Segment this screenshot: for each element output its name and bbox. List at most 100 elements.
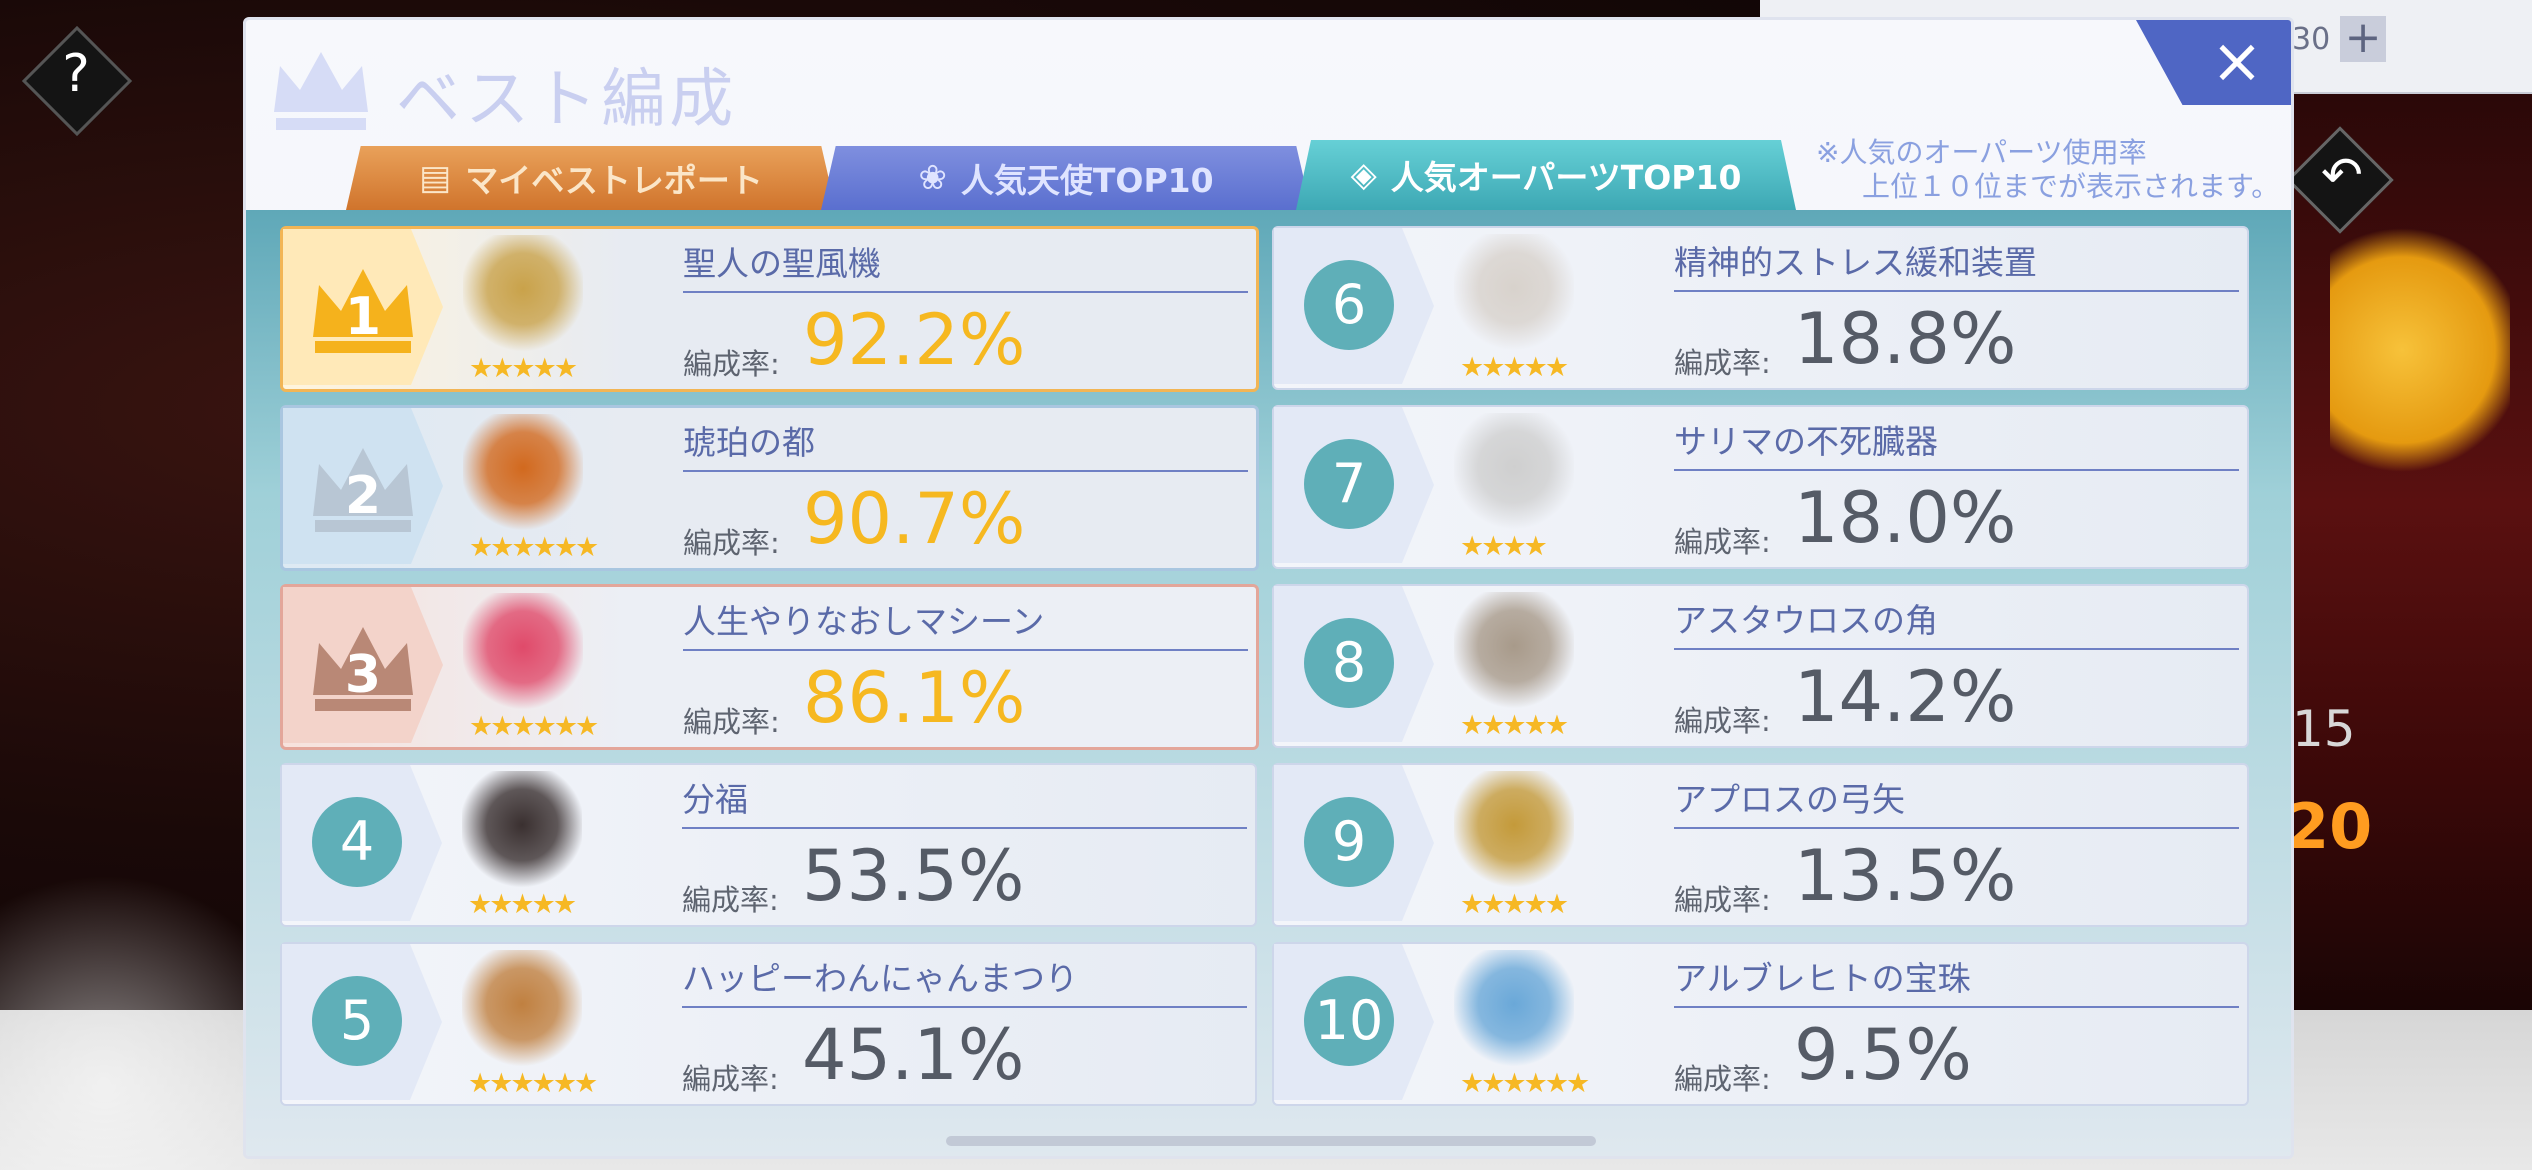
rate-value: 53.5% [802,835,1025,917]
ranking-card[interactable]: 8 ★★★★★ アスタウロスの角編成率: 14.2% [1272,584,2249,748]
oopart-icon [1454,771,1574,891]
ranking-card[interactable]: 10 ★★★★★★ アルブレヒトの宝珠編成率: 9.5% [1272,942,2249,1106]
modal-title: ベスト編成 [396,63,738,137]
tab-popular-angels[interactable]: ❀ 人気天使TOP10 [821,146,1311,210]
rate-label: 編成率: [1674,704,1771,738]
rate-label: 編成率: [1674,525,1771,559]
rank-badge: 10 [1274,944,1434,1100]
rarity-stars-icon: ★★★★★ [1460,710,1569,741]
ranking-card[interactable]: 5 ★★★★★★ ハッピーわんにゃんまつり編成率: 45.1% [280,942,1257,1106]
side-value: 15 [2292,700,2356,758]
rate-value: 9.5% [1794,1014,1972,1096]
ranking-card[interactable]: 7 ★★★★ サリマの不死臓器 編成率: 18.0% [1272,405,2249,569]
rarity-stars-icon: ★★★★★★ [468,1068,598,1099]
tab-my-best-report[interactable]: ▤ マイベストレポート [346,146,836,210]
rate-label: 編成率: [683,526,780,560]
rate-label: 編成率: [683,347,780,381]
rate-label: 編成率: [682,1062,779,1096]
rate-label: 編成率: [1674,883,1771,917]
scrollbar[interactable] [946,1136,1596,1146]
note-line: ※人気のオーパーツ使用率 [1816,136,2147,169]
rarity-stars-icon: ★★★★★★ [469,711,599,742]
rank-badge: 4 [282,765,442,921]
ranking-card[interactable]: 6 ★★★★★ 精神的ストレス緩和装置編成率: 18.8% [1272,226,2249,390]
item-name: アプロスの弓矢 [1674,773,2239,829]
rank-badge: 1 [283,229,443,385]
side-value-highlight: 20 [2286,790,2373,863]
sun-badge-decoration [2330,220,2510,480]
rank-number: 2 [344,466,382,526]
rank-number: 8 [1304,618,1394,708]
rank-badge: 5 [282,944,442,1100]
rate-value: 92.2% [803,299,1026,381]
oopart-icon [1454,234,1574,354]
tab-label: 人気天使TOP10 [960,161,1214,200]
ranking-list: 1 ★★★★★ 聖人の聖風機 編成率: 92.2% 2 ★★★★★★ 琥珀の都 編成率: 90.7… [246,210,2291,1156]
item-name: 琥珀の都 [683,416,1248,472]
rank-badge: 8 [1274,586,1434,742]
question-icon: ? [62,44,90,104]
plus-icon[interactable]: + [2340,16,2386,62]
rate-label: 編成率: [1674,346,1771,380]
ranking-card[interactable]: 9 ★★★★★ アプロスの弓矢 編成率: 13.5% [1272,763,2249,927]
report-icon: ▤ [419,158,452,198]
oopart-icon [462,950,582,1070]
item-name: アスタウロスの角 [1674,594,2239,650]
ranking-card[interactable]: 3 ★★★★★★ 人生やりなおしマシーン 編成率: 86.1% [280,584,1259,750]
oopart-icon [1454,413,1574,533]
oopart-icon [462,771,582,891]
rarity-stars-icon: ★★★★★★ [469,532,599,563]
oopart-icon [463,414,583,534]
close-icon[interactable]: × [2211,24,2263,97]
rate-label: 編成率: [682,883,779,917]
return-icon: ↶ [2321,146,2363,204]
ranking-card[interactable]: 4 ★★★★★ 分福編成率: 53.5% [280,763,1257,927]
tab-label: 人気オーパーツTOP10 [1390,158,1742,197]
rate-value: 18.8% [1794,298,2017,380]
oopart-icon [463,235,583,355]
item-name: 分福 [682,773,1247,829]
rate-value: 90.7% [803,478,1026,560]
flower-decoration [0,740,260,1170]
rate-value: 86.1% [803,657,1026,739]
rate-label: 編成率: [1674,1062,1771,1096]
rate-label: 編成率: [683,705,780,739]
tab-label: マイベストレポート [465,161,763,200]
item-name: 聖人の聖風機 [683,237,1248,293]
rank-badge: 6 [1274,228,1434,384]
ranking-card[interactable]: 1 ★★★★★ 聖人の聖風機編成率: 92.2% [280,226,1259,392]
item-name: アルブレヒトの宝珠 [1674,952,2239,1008]
rate-value: 45.1% [802,1014,1025,1096]
rank-badge: 2 [283,408,443,564]
rank-crown-icon: 1 [303,247,423,367]
rank-number: 3 [344,645,382,705]
oopart-icon [463,593,583,713]
item-name: 精神的ストレス緩和装置 [1674,236,2239,292]
oopart-icon [1454,592,1574,712]
rank-crown-icon: 3 [303,605,423,725]
rank-number: 1 [344,287,382,347]
rank-badge: 9 [1274,765,1434,921]
usage-note: ※人気のオーパーツ使用率 上位１０位までが表示されます。 [1816,136,2286,204]
top-bar-value: 30 [2292,22,2331,57]
rank-crown-icon: 2 [303,426,423,546]
rank-number: 10 [1304,976,1394,1066]
rate-value: 13.5% [1794,835,2017,917]
angel-icon: ❀ [918,158,947,198]
rarity-stars-icon: ★★★★★★ [1460,1068,1590,1099]
best-formation-modal: ベスト編成 × ▤ マイベストレポート ❀ 人気天使TOP10 ◈ 人気オーパー… [243,17,2294,1159]
tab-popular-ooparts[interactable]: ◈ 人気オーパーツTOP10 [1296,140,1796,210]
rate-value: 14.2% [1794,656,2017,738]
rate-value: 18.0% [1794,477,2017,559]
rarity-stars-icon: ★★★★★ [1460,352,1569,383]
rank-badge: 7 [1274,407,1434,563]
rank-number: 6 [1304,260,1394,350]
rarity-stars-icon: ★★★★★ [468,889,577,920]
ranking-card[interactable]: 2 ★★★★★★ 琥珀の都編成率: 90.7% [280,405,1259,571]
rarity-stars-icon: ★★★★★ [469,353,578,384]
gem-icon: ◈ [1350,155,1377,195]
item-name: ハッピーわんにゃんまつり [682,952,1247,1008]
crown-icon [274,52,368,130]
rarity-stars-icon: ★★★★ [1460,531,1548,562]
rank-badge: 3 [283,587,443,743]
